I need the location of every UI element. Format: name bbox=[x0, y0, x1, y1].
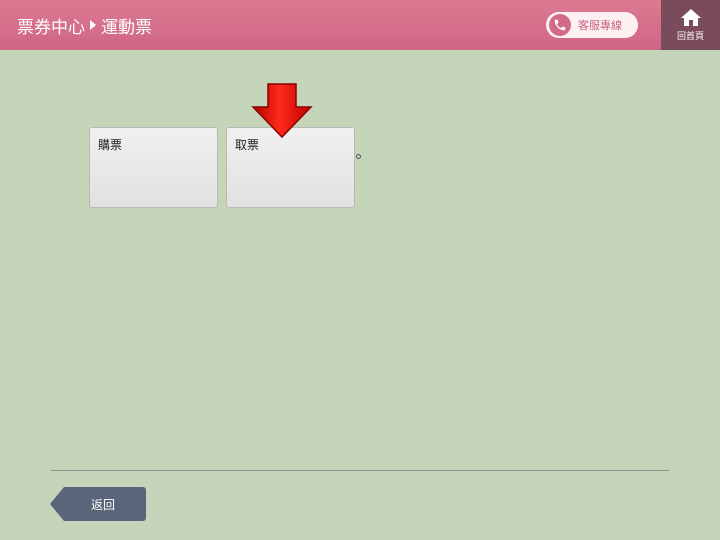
footer-divider bbox=[51, 470, 669, 471]
buy-ticket-label: 購票 bbox=[98, 138, 123, 152]
header-bar: 票券中心 運動票 客服專線 回首頁 bbox=[0, 0, 720, 50]
home-label: 回首頁 bbox=[676, 32, 704, 42]
home-icon bbox=[680, 9, 701, 26]
customer-service-label: 客服專線 bbox=[578, 19, 622, 32]
marker-dot bbox=[356, 154, 361, 159]
customer-service-button[interactable]: 客服專線 bbox=[546, 12, 638, 38]
arrow-down-icon bbox=[251, 83, 313, 139]
breadcrumb-ticket-center[interactable]: 票券中心 bbox=[17, 13, 85, 38]
buy-ticket-tile[interactable]: 購票 bbox=[89, 127, 218, 208]
phone-icon bbox=[549, 14, 571, 36]
back-button[interactable]: 返回 bbox=[50, 487, 146, 521]
home-button[interactable]: 回首頁 bbox=[661, 0, 720, 50]
back-label: 返回 bbox=[90, 497, 115, 512]
pickup-ticket-tile[interactable]: 取票 bbox=[226, 127, 355, 208]
breadcrumb-sports-ticket: 運動票 bbox=[101, 17, 152, 38]
triangle-right-icon bbox=[90, 20, 96, 30]
breadcrumb: 票券中心 運動票 bbox=[17, 13, 152, 38]
